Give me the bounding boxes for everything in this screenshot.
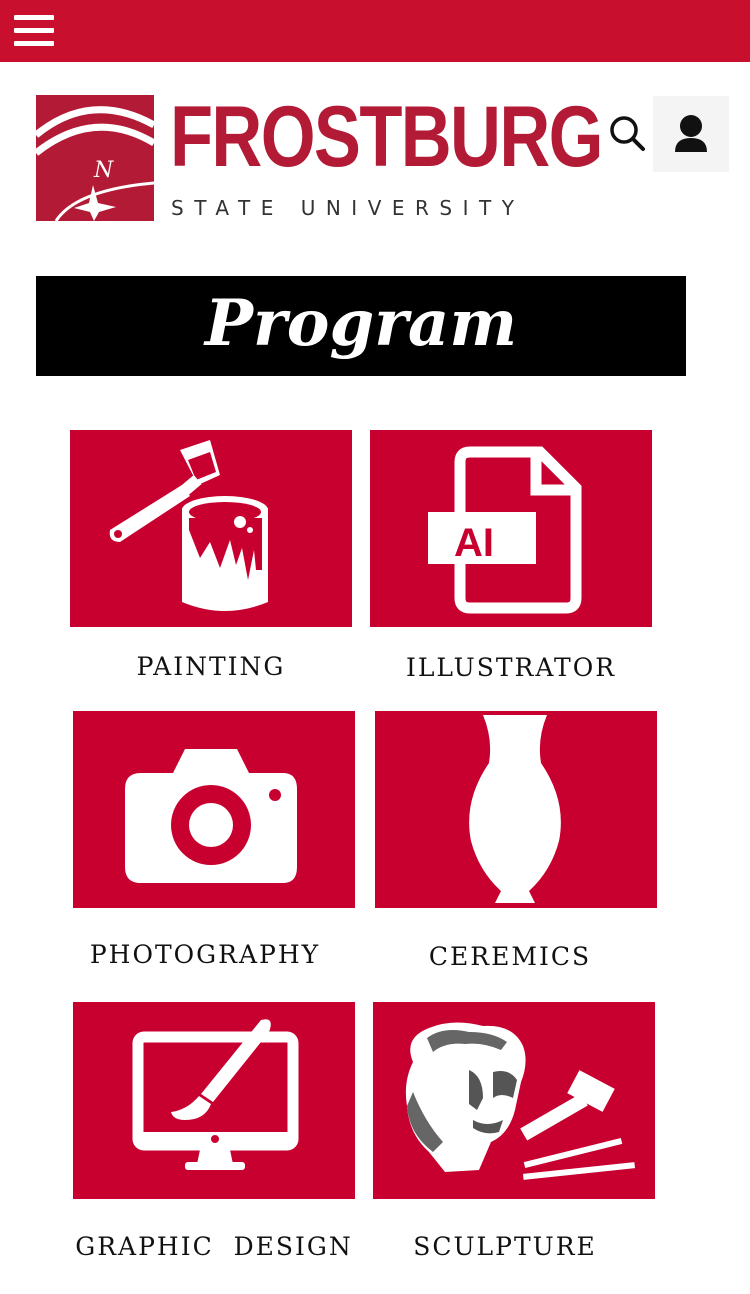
logo-subtitle: STATE UNIVERSITY	[171, 196, 525, 220]
program-label-photography[interactable]: PHOTOGRAPHY	[73, 940, 337, 969]
logo-wordmark: FROSTBURG	[170, 89, 603, 185]
svg-text:AI: AI	[454, 521, 494, 565]
hamburger-menu-icon[interactable]	[14, 15, 56, 48]
program-tile-sculpture[interactable]	[373, 1002, 655, 1199]
paint-bucket-brush-icon	[109, 440, 268, 611]
program-tile-graphic-design[interactable]	[73, 1002, 355, 1199]
ai-file-icon: AI	[428, 446, 582, 614]
svg-text:N: N	[93, 158, 114, 183]
program-tile-photography[interactable]	[73, 711, 355, 908]
frostburg-logo[interactable]: N FROSTBURG STATE UNIVERSITY	[36, 89, 603, 223]
program-tile-painting[interactable]	[70, 430, 352, 627]
compass-star-logo-icon: N	[36, 95, 154, 221]
user-icon	[675, 115, 707, 152]
program-tile-illustrator[interactable]: AI	[370, 430, 652, 627]
camera-icon	[125, 749, 297, 883]
program-label-ceramics[interactable]: CEREMICS	[375, 942, 645, 971]
monitor-brush-icon	[132, 1019, 299, 1170]
program-label-graphic-design[interactable]: GRAPHIC DESIGN	[73, 1232, 355, 1261]
top-bar	[0, 0, 750, 62]
program-label-painting[interactable]: PAINTING	[70, 652, 352, 681]
vase-icon	[469, 715, 561, 903]
program-tile-ceramics[interactable]	[375, 711, 657, 908]
page-title-banner: Program	[36, 276, 686, 376]
search-icon[interactable]	[606, 112, 650, 156]
user-account-button[interactable]	[653, 96, 729, 172]
program-label-illustrator[interactable]: ILLUSTRATOR	[370, 653, 652, 682]
page-title: Program	[204, 286, 518, 361]
program-label-sculpture[interactable]: SCULPTURE	[373, 1232, 637, 1261]
sculpture-tools-icon	[405, 1022, 636, 1180]
